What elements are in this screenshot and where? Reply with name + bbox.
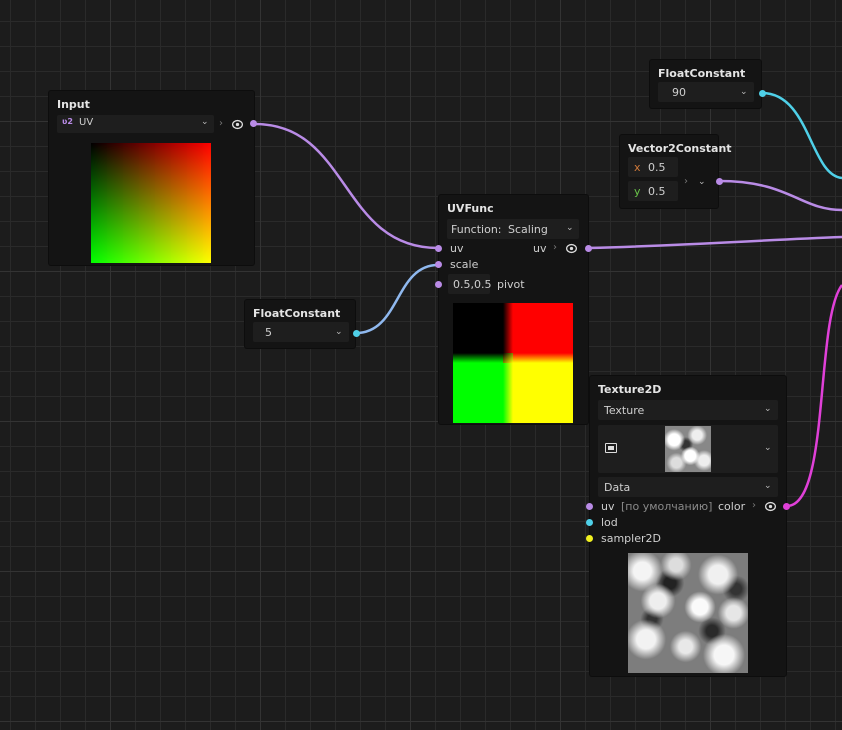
float-value-field[interactable]: 90 ⌄ xyxy=(658,82,754,102)
uvfunc-preview-image xyxy=(453,303,573,423)
float-value: 5 xyxy=(265,326,272,339)
data-label: Data xyxy=(604,481,631,494)
texture-preview-image xyxy=(628,553,748,673)
texture-asset-picker[interactable]: ⌄ xyxy=(598,425,778,473)
texture-section-select[interactable]: Texture ⌄ xyxy=(598,400,778,420)
uv-output-port[interactable] xyxy=(585,245,592,252)
x-label: x xyxy=(634,161,641,174)
chevron-down-icon: ⌄ xyxy=(764,443,772,453)
input-type-select[interactable]: ʋ2 UV ⌄ xyxy=(57,115,214,133)
chevron-right-icon[interactable]: › xyxy=(219,118,223,129)
eye-icon[interactable] xyxy=(765,501,776,512)
color-output-label: color xyxy=(718,500,746,513)
chevron-down-icon[interactable]: ⌄ xyxy=(698,177,706,187)
wire-uvfunc-uv-out xyxy=(588,235,842,250)
uv-input-label: uv xyxy=(450,242,464,255)
grid-major-line xyxy=(260,0,261,730)
pivot-value-field[interactable]: 0.5,0.5 xyxy=(448,274,492,294)
pivot-label: pivot xyxy=(497,278,525,291)
function-select[interactable]: Function: Scaling ⌄ xyxy=(447,219,579,239)
node-title: Input xyxy=(57,98,90,111)
vector-x-field[interactable]: x 0.5 xyxy=(628,157,678,177)
float-output-port[interactable] xyxy=(759,90,766,97)
node-title: FloatConstant xyxy=(253,307,341,320)
vector-y-field[interactable]: y 0.5 xyxy=(628,181,678,201)
uvfunc-node[interactable]: UVFunc Function: Scaling ⌄ uv uv › scale… xyxy=(435,195,592,424)
scale-label: scale xyxy=(450,258,479,271)
uv-input-label: uv xyxy=(601,500,615,513)
texture-label: Texture xyxy=(604,404,645,417)
node-title: FloatConstant xyxy=(658,67,746,80)
function-label: Function: xyxy=(451,223,502,236)
pivot-value: 0.5,0.5 xyxy=(453,278,492,291)
grid-major-line xyxy=(0,721,842,722)
eye-icon[interactable] xyxy=(566,243,577,254)
float-constant-node[interactable]: FloatConstant 90 ⌄ xyxy=(650,60,766,108)
eye-icon[interactable] xyxy=(232,119,243,130)
input-type-value: UV xyxy=(79,117,94,128)
chevron-right-icon[interactable]: › xyxy=(684,176,688,187)
image-icon xyxy=(605,443,617,453)
chevron-down-icon: ⌄ xyxy=(764,481,772,491)
float-value-field[interactable]: 5 ⌄ xyxy=(253,322,349,342)
wire-float5-to-scale xyxy=(355,263,439,335)
lod-input-port[interactable] xyxy=(586,519,593,526)
node-title: Texture2D xyxy=(598,383,662,396)
grid-major-line xyxy=(410,0,411,730)
wire-vec2-out xyxy=(718,179,842,212)
uv-input-port[interactable] xyxy=(435,245,442,252)
float-constant-node[interactable]: FloatConstant 5 ⌄ xyxy=(245,300,360,348)
pivot-input-port[interactable] xyxy=(435,281,442,288)
y-label: y xyxy=(634,185,641,198)
chevron-down-icon: ⌄ xyxy=(201,117,209,127)
uv-output-port[interactable] xyxy=(250,120,257,127)
uv-type-icon: ʋ2 xyxy=(62,117,73,126)
x-value: 0.5 xyxy=(648,161,666,174)
wire-float90-out xyxy=(761,91,842,180)
chevron-down-icon[interactable]: ⌄ xyxy=(335,327,343,337)
uv-output-label: uv xyxy=(533,242,547,255)
sampler-input-port[interactable] xyxy=(586,535,593,542)
chevron-down-icon: ⌄ xyxy=(566,223,574,233)
color-output-port[interactable] xyxy=(783,503,790,510)
float-value: 90 xyxy=(672,86,686,99)
node-title: UVFunc xyxy=(447,202,494,215)
vector2-constant-node[interactable]: Vector2Constant x 0.5 y 0.5 › ⌄ xyxy=(620,135,732,208)
sampler-label: sampler2D xyxy=(601,532,661,545)
y-value: 0.5 xyxy=(648,185,666,198)
chevron-right-icon[interactable]: › xyxy=(553,242,557,253)
texture2d-node[interactable]: Texture2D Texture ⌄ ⌄ Data ⌄ uv [по умол… xyxy=(586,376,790,676)
function-value: Scaling xyxy=(508,223,548,236)
lod-label: lod xyxy=(601,516,618,529)
wire-texture-color-out xyxy=(786,284,842,508)
chevron-right-icon[interactable]: › xyxy=(752,500,756,511)
input-node[interactable]: Input ʋ2 UV ⌄ › xyxy=(49,91,257,265)
chevron-down-icon[interactable]: ⌄ xyxy=(740,87,748,97)
data-section-select[interactable]: Data ⌄ xyxy=(598,477,778,497)
scale-input-port[interactable] xyxy=(435,261,442,268)
uv-input-port[interactable] xyxy=(586,503,593,510)
chevron-down-icon: ⌄ xyxy=(764,404,772,414)
float-output-port[interactable] xyxy=(353,330,360,337)
texture-thumbnail xyxy=(665,426,711,472)
node-title: Vector2Constant xyxy=(628,142,732,155)
uv-preview-image xyxy=(91,143,211,263)
grid-major-line xyxy=(0,271,842,272)
uv-default-hint: [по умолчанию] xyxy=(621,500,713,513)
vector2-output-port[interactable] xyxy=(716,178,723,185)
